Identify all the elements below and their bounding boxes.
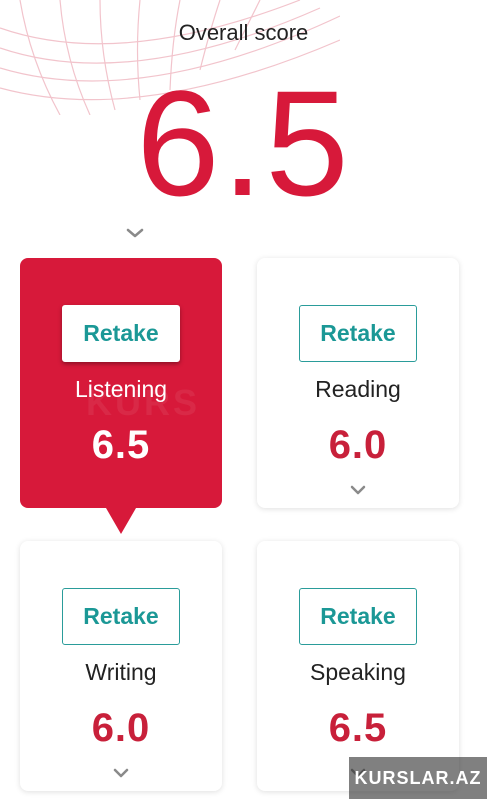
listening-score-card[interactable]: Retake Listening 6.5 (20, 258, 222, 534)
overall-score-value: 6.5 (136, 59, 351, 227)
writing-label: Writing (85, 659, 157, 685)
reading-score: 6.0 (328, 423, 388, 467)
chevron-down-icon[interactable] (112, 767, 130, 779)
writing-score: 6.0 (91, 706, 151, 750)
speaking-score-card[interactable]: Retake Speaking 6.5 (257, 541, 459, 791)
watermark-badge: KURSLAR.AZ (349, 757, 487, 799)
speaking-score: 6.5 (328, 706, 388, 750)
listening-label: Listening (74, 376, 168, 402)
reading-retake-button[interactable]: Retake (299, 305, 417, 362)
overall-score-label: Overall score (178, 20, 309, 45)
reading-label: Reading (315, 376, 401, 402)
writing-retake-button[interactable]: Retake (62, 588, 180, 645)
listening-retake-button[interactable]: Retake (62, 305, 180, 362)
listening-score: 6.5 (91, 423, 151, 467)
selected-card-pointer (106, 508, 136, 534)
writing-score-card[interactable]: Retake Writing 6.0 (20, 541, 222, 791)
chevron-down-icon[interactable] (125, 226, 145, 240)
reading-score-card[interactable]: Retake Reading 6.0 (257, 258, 459, 508)
speaking-retake-button[interactable]: Retake (299, 588, 417, 645)
chevron-down-icon[interactable] (349, 484, 367, 496)
speaking-label: Speaking (310, 659, 406, 685)
